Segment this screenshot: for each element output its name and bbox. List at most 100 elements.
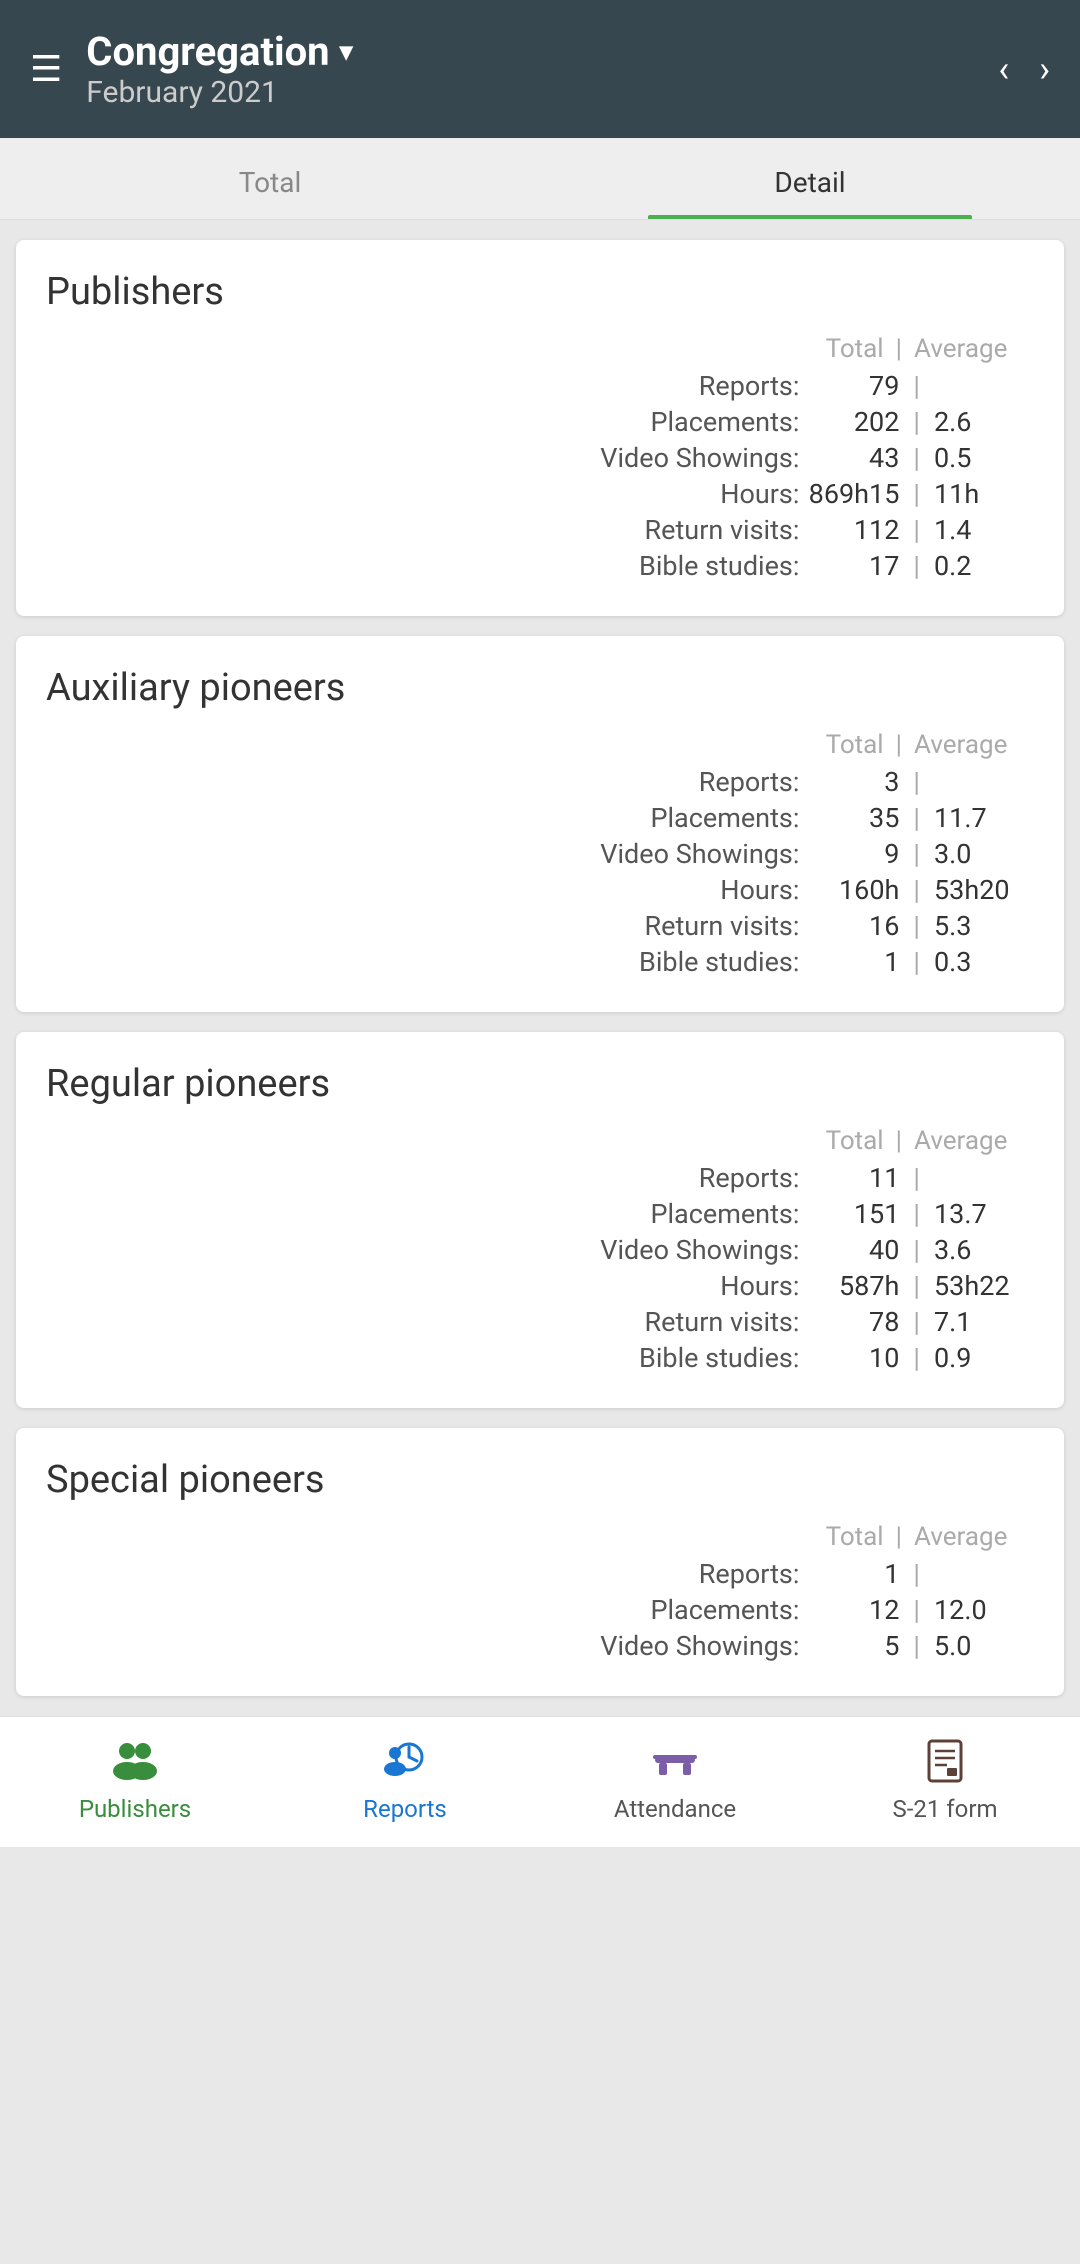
stat-avg: 13.7 [934,1198,1034,1230]
stat-avg: 5.3 [934,910,1034,942]
congregation-name: Congregation [86,28,329,75]
nav-reports-label: Reports [363,1795,447,1823]
nav-reports[interactable]: Reports [270,1735,540,1823]
nav-publishers[interactable]: Publishers [0,1735,270,1823]
stat-row: Return visits:112|1.4 [46,514,1034,546]
header-left: ☰ Congregation ▾ February 2021 [30,28,353,110]
stat-sep: | [899,838,934,870]
stat-label: Bible studies: [639,1342,799,1374]
tabs-bar: Total Detail [0,138,1080,220]
reg-header-total: Total [724,1126,884,1156]
stat-avg: 0.2 [934,550,1034,582]
stat-sep: | [899,1306,934,1338]
nav-publishers-label: Publishers [79,1795,191,1823]
aux-header-total: Total [724,730,884,760]
stat-total: 151 [799,1198,899,1230]
tab-detail[interactable]: Detail [540,138,1080,219]
stat-label: Video Showings: [600,838,799,870]
stat-label: Video Showings: [600,442,799,474]
prev-arrow[interactable]: ‹ [998,48,1009,90]
stat-row: Reports:1| [46,1558,1034,1590]
stat-total: 587h [799,1270,899,1302]
header-nav: ‹ › [998,48,1050,90]
nav-attendance[interactable]: Attendance [540,1735,810,1823]
stat-row: Placements:12|12.0 [46,1594,1034,1626]
publishers-rows: Reports:79|Placements:202|2.6Video Showi… [46,370,1034,582]
stat-label: Reports: [699,1558,800,1590]
stat-avg: 1.4 [934,514,1034,546]
stat-sep: | [899,946,934,978]
publishers-card: Publishers Total | Average Reports:79|Pl… [16,240,1064,616]
stat-total: 5 [799,1630,899,1662]
stat-sep: | [899,1162,934,1194]
stat-total: 1 [799,1558,899,1590]
stat-sep: | [899,1558,934,1590]
stat-sep: | [899,1594,934,1626]
hamburger-icon[interactable]: ☰ [30,48,62,90]
stat-row: Bible studies:1|0.3 [46,946,1034,978]
stat-row: Video Showings:43|0.5 [46,442,1034,474]
stat-total: 160h [799,874,899,906]
stat-label: Placements: [650,406,799,438]
stat-label: Reports: [699,370,800,402]
special-pioneers-stats: Total | Average Reports:1|Placements:12|… [46,1522,1034,1662]
stat-total: 1 [799,946,899,978]
stat-row: Placements:35|11.7 [46,802,1034,834]
stat-label: Placements: [650,802,799,834]
stat-row: Hours:160h|53h20 [46,874,1034,906]
stat-total: 43 [799,442,899,474]
stat-label: Video Showings: [600,1630,799,1662]
stat-sep: | [899,478,934,510]
stat-label: Reports: [699,766,800,798]
tab-total[interactable]: Total [0,138,540,219]
stat-avg: 0.9 [934,1342,1034,1374]
stat-sep: | [899,1198,934,1230]
header: ☰ Congregation ▾ February 2021 ‹ › [0,0,1080,138]
stat-total: 79 [799,370,899,402]
auxiliary-pioneers-stats: Total | Average Reports:3|Placements:35|… [46,730,1034,978]
stat-row: Video Showings:5|5.0 [46,1630,1034,1662]
regular-pioneers-title: Regular pioneers [46,1062,1034,1106]
stat-total: 869h15 [799,478,899,510]
special-pioneers-card: Special pioneers Total | Average Reports… [16,1428,1064,1696]
doc-icon [919,1735,971,1787]
stat-row: Video Showings:9|3.0 [46,838,1034,870]
nav-s21form[interactable]: S-21 form [810,1735,1080,1823]
stat-avg: 5.0 [934,1630,1034,1662]
stat-label: Reports: [699,1162,800,1194]
stat-avg: 53h22 [934,1270,1034,1302]
auxiliary-pioneers-title: Auxiliary pioneers [46,666,1034,710]
stat-sep: | [899,550,934,582]
stat-label: Return visits: [645,514,800,546]
stat-avg: 2.6 [934,406,1034,438]
stat-row: Hours:869h15|11h [46,478,1034,510]
publishers-header-total: Total [724,334,884,364]
stat-label: Bible studies: [639,946,799,978]
seats-icon [649,1735,701,1787]
stat-sep: | [899,1234,934,1266]
stat-avg: 11h [934,478,1034,510]
regular-pioneers-card: Regular pioneers Total | Average Reports… [16,1032,1064,1408]
sp-header-avg: Average [914,1522,1034,1552]
stat-sep: | [899,1270,934,1302]
stat-row: Placements:202|2.6 [46,406,1034,438]
regular-pioneers-stats: Total | Average Reports:11|Placements:15… [46,1126,1034,1374]
stat-row: Return visits:78|7.1 [46,1306,1034,1338]
bottom-nav: Publishers Reports Attendance S- [0,1716,1080,1847]
stat-label: Placements: [650,1198,799,1230]
stat-total: 12 [799,1594,899,1626]
stat-row: Placements:151|13.7 [46,1198,1034,1230]
header-month: February 2021 [86,75,352,110]
next-arrow[interactable]: › [1039,48,1050,90]
stat-row: Return visits:16|5.3 [46,910,1034,942]
stat-avg: 0.5 [934,442,1034,474]
stat-row: Bible studies:17|0.2 [46,550,1034,582]
stat-row: Reports:79| [46,370,1034,402]
main-content: Publishers Total | Average Reports:79|Pl… [0,220,1080,1716]
publishers-stats: Total | Average Reports:79|Placements:20… [46,334,1034,582]
stat-total: 9 [799,838,899,870]
stat-row: Reports:11| [46,1162,1034,1194]
dropdown-icon[interactable]: ▾ [340,37,353,67]
stat-avg: 53h20 [934,874,1034,906]
auxiliary-rows: Reports:3|Placements:35|11.7Video Showin… [46,766,1034,978]
